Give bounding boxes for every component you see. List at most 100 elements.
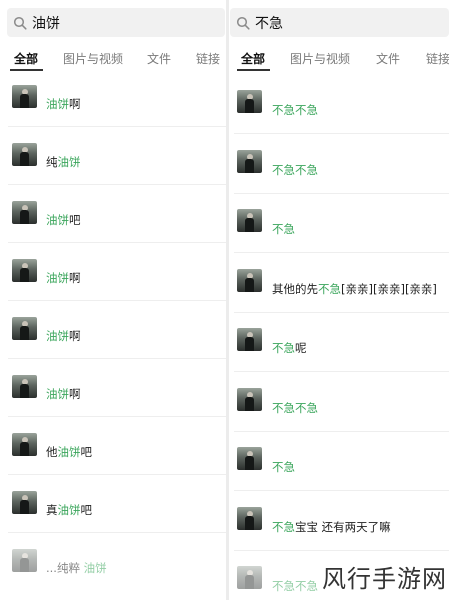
result-keyword-highlight: 油饼	[46, 271, 69, 285]
avatar	[12, 317, 37, 340]
result-text: 其他的先不急[亲亲][亲亲][亲亲]	[272, 281, 437, 297]
result-keyword-highlight: 不急不急	[272, 162, 318, 177]
avatar	[12, 549, 37, 572]
result-text: 不急不急	[272, 400, 318, 416]
result-row[interactable]: 油饼吧	[0, 201, 226, 259]
result-text: 不急	[272, 221, 295, 237]
tab-files[interactable]: 文件	[376, 50, 400, 67]
divider	[8, 300, 226, 301]
filter-tabs: 全部 图片与视频 文件 链接	[229, 48, 449, 72]
result-row[interactable]: 纯油饼	[0, 143, 226, 201]
divider	[234, 371, 449, 372]
tab-links[interactable]: 链接	[426, 50, 449, 67]
result-text-suffix: 啊	[69, 329, 81, 343]
result-row[interactable]: 不急宝宝 还有两天了嘛	[229, 506, 449, 565]
result-row[interactable]: 其他的先不急[亲亲][亲亲][亲亲]	[229, 268, 449, 327]
result-keyword-highlight: 油饼	[46, 387, 69, 401]
result-row[interactable]: 他油饼吧	[0, 433, 226, 491]
active-tab-indicator	[237, 69, 270, 71]
divider	[8, 126, 226, 127]
divider	[8, 416, 226, 417]
result-text: 不急不急	[272, 162, 318, 178]
result-text: 油饼啊	[46, 328, 81, 344]
result-row[interactable]: 油饼啊	[0, 317, 226, 375]
result-keyword-highlight: 不急	[318, 281, 341, 296]
avatar	[237, 566, 262, 589]
result-keyword-highlight: 不急	[272, 222, 295, 236]
tab-files[interactable]: 文件	[147, 50, 171, 67]
avatar	[237, 328, 262, 351]
result-text: 不急	[272, 459, 295, 475]
search-bar[interactable]: 油饼	[7, 8, 225, 37]
result-row[interactable]: ...纯粹 油饼	[0, 549, 226, 600]
result-row[interactable]: 不急不急	[229, 149, 449, 208]
result-keyword-highlight: 油饼	[46, 329, 69, 343]
result-text: 他油饼吧	[46, 444, 92, 460]
result-text-suffix: [亲亲][亲亲][亲亲]	[341, 281, 437, 296]
result-keyword-highlight: 不急	[272, 460, 295, 474]
result-text-prefix: ...纯粹	[46, 561, 84, 575]
result-text-suffix: 啊	[69, 97, 81, 111]
result-text: 纯油饼	[46, 154, 81, 170]
tab-images-videos[interactable]: 图片与视频	[63, 50, 123, 67]
result-row[interactable]: 不急不急	[229, 387, 449, 446]
tab-images-videos[interactable]: 图片与视频	[290, 50, 350, 67]
result-row[interactable]: 不急呢	[229, 328, 449, 386]
result-keyword-highlight: 不急不急	[272, 400, 318, 415]
result-row[interactable]: 不急不急	[229, 90, 449, 148]
result-text: 油饼吧	[46, 212, 81, 228]
result-row[interactable]: 真油饼吧	[0, 491, 226, 549]
result-text: 不急不急	[272, 102, 318, 118]
tab-all[interactable]: 全部	[14, 50, 38, 67]
divider	[8, 184, 226, 185]
result-keyword-highlight: 油饼	[46, 213, 69, 227]
avatar	[237, 90, 262, 113]
search-icon	[13, 16, 27, 30]
result-text-prefix: 他	[46, 445, 58, 459]
divider	[234, 252, 449, 253]
result-row[interactable]: 油饼啊	[0, 375, 226, 433]
result-text-suffix: 啊	[69, 387, 81, 401]
result-row[interactable]: 不急	[229, 447, 449, 505]
result-text-suffix: 宝宝 还有两天了嘛	[295, 519, 391, 534]
avatar	[237, 149, 262, 173]
tab-all[interactable]: 全部	[241, 50, 265, 67]
result-row[interactable]: 油饼啊	[0, 85, 226, 143]
result-keyword-highlight: 不急	[272, 341, 295, 355]
avatar	[12, 375, 37, 398]
search-bar[interactable]: 不急	[230, 8, 449, 37]
result-text: 不急宝宝 还有两天了嘛	[272, 519, 391, 535]
avatar	[237, 506, 262, 530]
result-text-prefix: 真	[46, 503, 58, 517]
result-keyword-highlight: 油饼	[57, 155, 81, 169]
search-query[interactable]: 油饼	[32, 13, 60, 33]
divider	[8, 532, 226, 533]
result-row[interactable]: 油饼啊	[0, 259, 226, 317]
result-text: 油饼啊	[46, 96, 81, 112]
tab-links[interactable]: 链接	[196, 50, 220, 67]
result-keyword-highlight: 油饼	[46, 97, 69, 111]
divider	[234, 192, 449, 194]
result-row[interactable]: 不急	[229, 209, 449, 267]
avatar	[237, 209, 262, 232]
avatar	[237, 387, 262, 411]
avatar	[12, 85, 37, 108]
result-text: 真油饼吧	[46, 502, 92, 518]
filter-tabs: 全部 图片与视频 文件 链接	[0, 48, 226, 72]
result-text-prefix: 纯	[46, 155, 58, 169]
left-search-panel: 油饼 全部 图片与视频 文件 链接 油饼啊 纯油饼 油饼吧 油饼啊 油饼啊 油饼啊 他油饼吧…	[0, 0, 226, 600]
result-text: 油饼啊	[46, 386, 81, 402]
search-query[interactable]: 不急	[255, 13, 283, 33]
avatar	[12, 201, 37, 224]
active-tab-indicator	[10, 69, 43, 71]
divider	[234, 311, 449, 313]
result-keyword-highlight: 不急不急	[272, 579, 318, 593]
search-icon	[236, 16, 250, 30]
result-text: 不急不急	[272, 578, 318, 594]
result-text: ...纯粹 油饼	[46, 560, 107, 576]
result-text-suffix: 啊	[69, 271, 81, 285]
avatar	[12, 433, 37, 456]
result-text-prefix: 其他的先	[272, 281, 318, 296]
avatar	[12, 491, 37, 514]
divider	[8, 242, 226, 243]
